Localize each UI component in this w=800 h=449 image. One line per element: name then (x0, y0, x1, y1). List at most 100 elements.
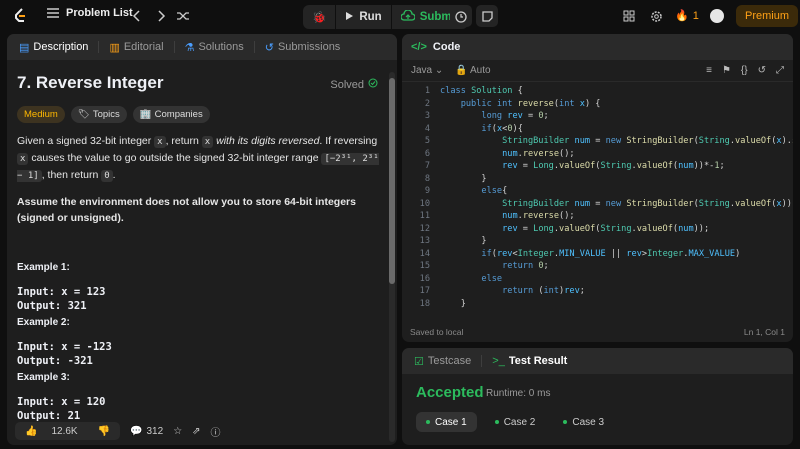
text: , then return (41, 169, 102, 181)
share-icon[interactable]: ⇗ (192, 426, 200, 437)
case-tabs: Case 1 Case 2 Case 3 (416, 412, 614, 432)
text: Given a signed 32-bit integer (17, 135, 155, 147)
line-number: 7 (424, 161, 430, 171)
language-select[interactable]: Java ⌄ (411, 65, 443, 76)
flask-icon: ⚗ (184, 41, 195, 54)
streak-counter[interactable]: 🔥 1 (675, 9, 699, 23)
help-icon[interactable]: ⓘ (211, 424, 221, 439)
run-button[interactable]: Run (336, 5, 392, 29)
topics-chip[interactable]: 🏷 Topics (70, 106, 127, 123)
star-icon[interactable]: ☆ (173, 426, 182, 437)
line-number: 15 (419, 261, 430, 271)
saved-status: Saved to local (410, 327, 464, 337)
inline-code: x (201, 136, 214, 148)
case-tab-1[interactable]: Case 1 (416, 412, 477, 432)
line-number: 9 (424, 186, 430, 196)
chip-label: Topics (92, 109, 120, 120)
alarm-clock-icon[interactable] (450, 5, 472, 27)
comment-count: 312 (146, 425, 164, 437)
case-tab-3[interactable]: Case 3 (553, 412, 614, 432)
text: . (112, 169, 116, 181)
lock-icon: 🔒 (455, 65, 468, 76)
chevron-left-icon[interactable] (128, 7, 146, 25)
bookmark-icon[interactable]: ⚑ (722, 65, 731, 76)
case-label: Case 3 (572, 416, 605, 428)
case-label: Case 1 (435, 416, 467, 428)
gear-icon[interactable] (648, 8, 664, 24)
line-number: 6 (424, 148, 430, 159)
grid-icon[interactable] (621, 8, 637, 24)
vote-group: 👍 12.6K 👎 (15, 422, 121, 440)
like-count: 12.6K (51, 425, 78, 437)
code-line: } (440, 298, 466, 309)
tab-label: Test Result (508, 355, 568, 367)
premium-button[interactable]: Premium (736, 5, 799, 27)
problem-statement: Given a signed 32-bit integer x, return … (17, 133, 380, 184)
scrollbar[interactable] (389, 72, 395, 442)
divider (98, 41, 100, 53)
case-tab-2[interactable]: Case 2 (485, 412, 546, 432)
tab-solutions[interactable]: ⚗ Solutions (179, 41, 250, 54)
code-line: rev = Long.valueOf(String.valueOf(num)); (502, 223, 710, 234)
editor-toolbar: Java ⌄ 🔒 Auto ≡ ⚑ {} ↺ ⤢ (402, 60, 793, 82)
language-label: Java (411, 65, 433, 76)
tab-label: Submissions (277, 41, 341, 53)
companies-chip[interactable]: 🏢 Companies (132, 106, 210, 123)
tab-test-result[interactable]: >_ Test Result (486, 355, 573, 367)
line-number: 3 (424, 111, 430, 121)
line-number: 8 (424, 173, 430, 184)
code-editor[interactable]: 1 2 3 4 5 6 7 8 9 10 11 12 13 14 15 16 17 18 class Soluti… (402, 82, 793, 342)
shuffle-icon[interactable] (174, 7, 192, 25)
description-panel: ▤ Description ▥ Editorial ⚗ Solutions ↺ Subm… (7, 34, 397, 445)
difficulty-chip[interactable]: Medium (17, 106, 65, 123)
cloud-upload-icon (400, 9, 416, 24)
line-number: 2 (424, 98, 430, 109)
like-button[interactable]: 👍 12.6K (15, 426, 88, 437)
expand-icon[interactable]: ⤢ (776, 65, 784, 76)
tab-label: Description (33, 41, 89, 53)
code-line: if(x<0){ (481, 123, 523, 134)
example-input: Input: x = 120 (17, 396, 106, 408)
comments-button[interactable]: 💬 312 (130, 426, 163, 437)
code-brackets-icon: </> (411, 41, 427, 53)
line-number: 4 (424, 123, 430, 134)
example-2: Example 2: Input: x = -123 Output: -321 (17, 317, 380, 368)
tab-submissions[interactable]: ↺ Submissions (259, 41, 347, 54)
scrollbar-thumb[interactable] (389, 78, 395, 284)
pass-dot (426, 420, 430, 424)
avatar[interactable] (710, 9, 724, 23)
leetcode-logo-icon[interactable] (10, 6, 30, 26)
problem-list-label: Problem List (66, 7, 133, 19)
divider (253, 41, 255, 53)
emphasis: with its digits reversed (213, 135, 320, 147)
example-label: Example 2: (17, 317, 70, 328)
note-icon[interactable] (476, 5, 498, 27)
tab-testcase[interactable]: ☑ Testcase (408, 355, 477, 368)
book-icon: ▥ (109, 41, 120, 54)
comment-icon: 💬 (130, 425, 143, 437)
code-line: num.reverse(); (502, 211, 575, 221)
code-panel: </> Code Java ⌄ 🔒 Auto ≡ ⚑ {} ↺ ⤢ 123456… (402, 34, 793, 342)
format-icon[interactable]: ≡ (706, 65, 712, 76)
description-tabs: ▤ Description ▥ Editorial ⚗ Solutions ↺ Subm… (7, 34, 397, 60)
problem-list-button[interactable]: Problem List (46, 7, 133, 19)
example-3: Example 3: Input: x = 120 Output: 21 (17, 372, 380, 423)
example-output: Output: -321 (17, 355, 93, 367)
reset-icon[interactable]: ↺ (758, 65, 766, 76)
code-line: if(rev<Integer.MIN_VALUE || rev>Integer.… (481, 248, 741, 259)
code-line: return (int)rev; (502, 286, 585, 296)
tab-label: Testcase (427, 355, 472, 367)
result-tabs: ☑ Testcase >_ Test Result (402, 348, 793, 374)
top-bar: Problem List 🐞 Run Submit 🔥 1 Premium (0, 0, 800, 33)
tab-editorial[interactable]: ▥ Editorial (103, 41, 169, 54)
tab-description[interactable]: ▤ Description (13, 41, 94, 54)
auto-mode[interactable]: 🔒 Auto (455, 65, 490, 76)
braces-icon[interactable]: {} (741, 65, 748, 76)
code-line: num.reverse(); (502, 148, 575, 159)
debug-button[interactable]: 🐞 (303, 5, 337, 29)
chevron-right-icon[interactable] (152, 7, 170, 25)
constraint-note: Assume the environment does not allow yo… (17, 196, 356, 224)
text: . If reversing (319, 135, 378, 147)
solved-badge: Solved (330, 78, 378, 91)
dislike-button[interactable]: 👎 (88, 426, 120, 437)
